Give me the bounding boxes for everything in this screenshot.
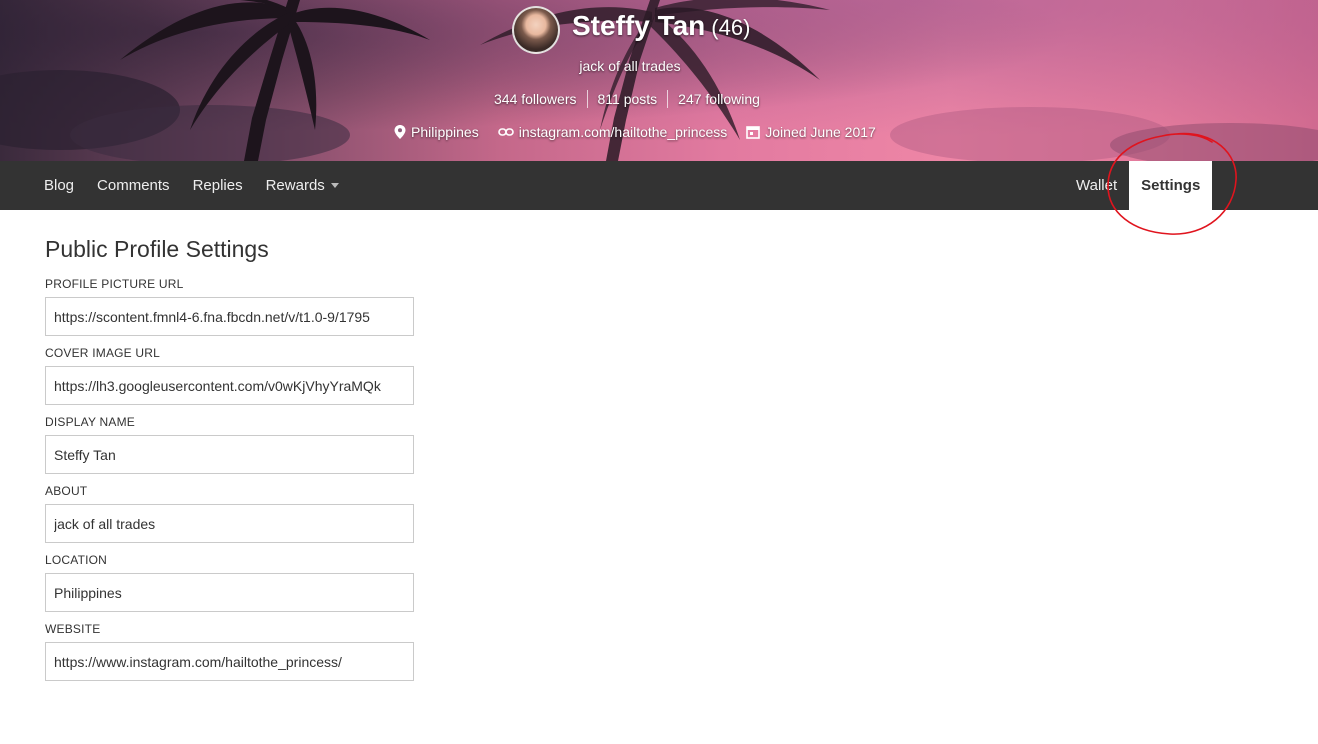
website-input[interactable] (45, 642, 414, 681)
tab-rewards-label: Rewards (265, 177, 325, 194)
calendar-icon (746, 126, 761, 139)
website-link[interactable]: instagram.com/hailtothe_princess (519, 124, 728, 140)
about-field: ABOUT (45, 484, 415, 543)
profile-picture-label: PROFILE PICTURE URL (45, 277, 184, 291)
display-name-field: DISPLAY NAME (45, 415, 415, 474)
caret-down-icon (330, 183, 339, 188)
profile-header: Steffy Tan (46) jack of all trades 344 fo… (0, 0, 1318, 161)
profile-about: jack of all trades (579, 58, 681, 74)
joined-text: Joined June 2017 (765, 124, 876, 140)
website-label: WEBSITE (45, 622, 101, 636)
profile-picture-input[interactable] (45, 297, 414, 336)
location-field: LOCATION (45, 553, 415, 612)
reputation-score: (46) (711, 15, 751, 40)
cover-image-field: COVER IMAGE URL (45, 346, 415, 405)
public-profile-settings: Public Profile Settings PROFILE PICTURE … (45, 236, 415, 691)
link-icon (497, 128, 514, 136)
tab-blog[interactable]: Blog (44, 177, 74, 194)
followers-link[interactable]: 344 followers (494, 91, 577, 107)
about-input[interactable] (45, 504, 414, 543)
profile-name: Steffy Tan (572, 10, 706, 41)
location-meta: Philippines (394, 124, 479, 140)
profile-avatar[interactable] (512, 6, 560, 54)
location-input[interactable] (45, 573, 414, 612)
display-name-label: DISPLAY NAME (45, 415, 135, 429)
profile-name-block: Steffy Tan (46) (572, 10, 750, 42)
posts-count: 811 posts (597, 91, 658, 107)
cover-image-input[interactable] (45, 366, 414, 405)
website-field: WEBSITE (45, 622, 415, 681)
profile-nav: Blog Comments Replies Rewards Wallet Set… (0, 161, 1318, 210)
tab-comments[interactable]: Comments (97, 177, 170, 194)
stats-divider (667, 90, 669, 108)
cover-image-label: COVER IMAGE URL (45, 346, 161, 360)
profile-picture-field: PROFILE PICTURE URL (45, 277, 415, 336)
following-link[interactable]: 247 following (678, 91, 760, 107)
website-meta[interactable]: instagram.com/hailtothe_princess (497, 124, 728, 140)
tab-wallet[interactable]: Wallet (1064, 161, 1129, 210)
profile-stats: 344 followers 811 posts 247 following (494, 90, 760, 108)
location-pin-icon (394, 125, 406, 139)
nav-left: Blog Comments Replies Rewards (44, 161, 362, 210)
tab-replies[interactable]: Replies (193, 177, 243, 194)
cover-image: Steffy Tan (46) jack of all trades 344 fo… (0, 0, 1318, 161)
about-label: ABOUT (45, 484, 88, 498)
display-name-input[interactable] (45, 435, 414, 474)
nav-right: Wallet Settings (1064, 161, 1213, 210)
stats-divider (586, 90, 588, 108)
tab-settings[interactable]: Settings (1129, 161, 1213, 210)
tab-rewards[interactable]: Rewards (266, 177, 339, 194)
joined-meta: Joined June 2017 (746, 124, 876, 140)
settings-title: Public Profile Settings (45, 236, 269, 262)
location-label: LOCATION (45, 553, 108, 567)
location-text: Philippines (411, 124, 479, 140)
profile-meta: Philippines instagram.com/hailtothe_prin… (394, 124, 895, 140)
